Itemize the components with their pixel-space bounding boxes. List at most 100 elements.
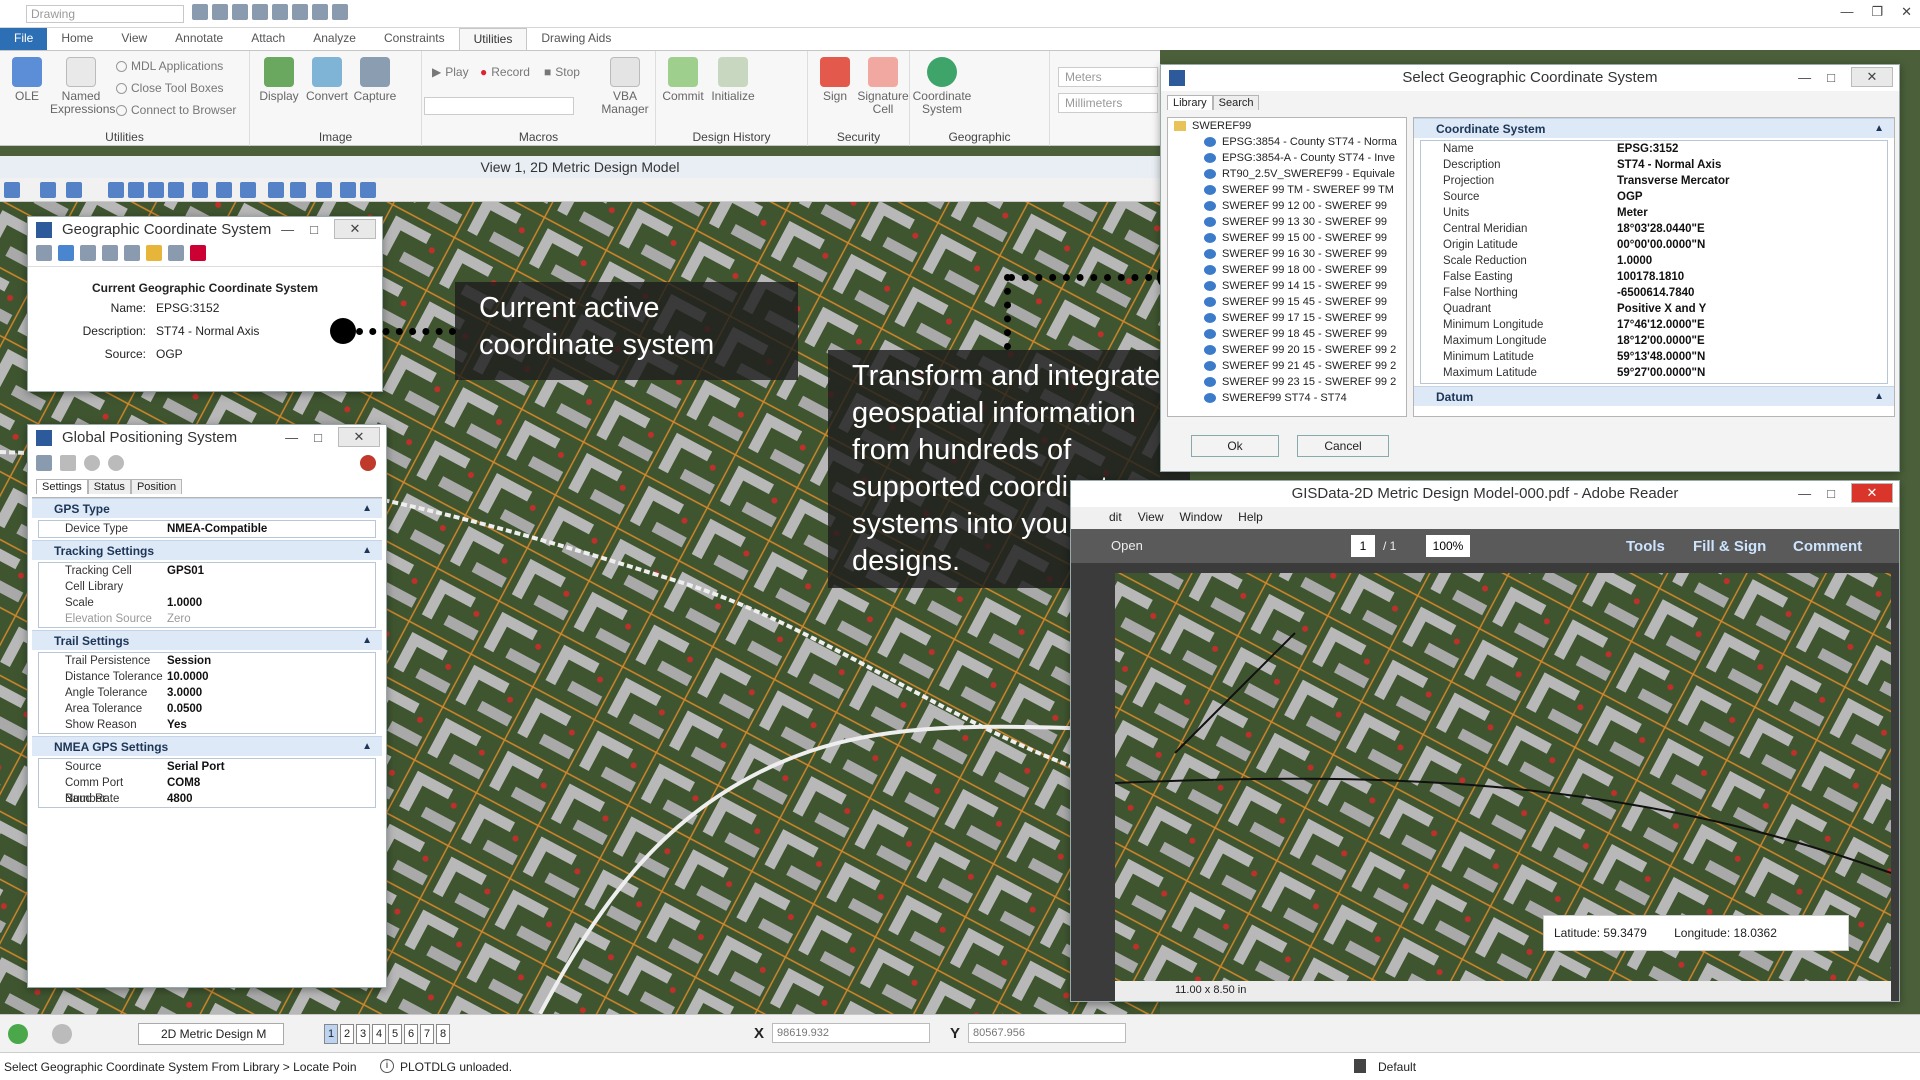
- model-select[interactable]: 2D Metric Design M: [138, 1023, 284, 1045]
- gps-section[interactable]: NMEA GPS Settings ▲: [32, 736, 382, 756]
- undo-icon[interactable]: [272, 4, 288, 20]
- coordinate-system-button[interactable]: Coordinate System: [912, 57, 972, 116]
- update-view-icon[interactable]: [108, 182, 124, 198]
- close-icon[interactable]: ✕: [338, 427, 380, 447]
- close-tool-boxes-button[interactable]: Close Tool Boxes: [116, 81, 224, 95]
- close-icon[interactable]: ✕: [1851, 483, 1893, 503]
- view-2-button[interactable]: 2: [340, 1024, 354, 1044]
- gps-property-row[interactable]: Distance Tolerance 10.0000: [39, 669, 375, 685]
- gcs-property-row[interactable]: False Northing -6500614.7840: [1421, 285, 1887, 301]
- select-icon[interactable]: [332, 4, 348, 20]
- tab-constraints[interactable]: Constraints: [370, 28, 459, 50]
- open-icon[interactable]: [212, 4, 228, 20]
- units-millimeters-field[interactable]: Millimeters: [1058, 93, 1158, 113]
- tree-item[interactable]: SWEREF 99 12 00 - SWEREF 99: [1168, 198, 1406, 214]
- gcs-property-row[interactable]: Minimum Longitude 17°46'12.0000"E: [1421, 317, 1887, 333]
- window-area-icon[interactable]: [168, 182, 184, 198]
- tree-root[interactable]: SWEREF99: [1168, 118, 1406, 134]
- tree-item[interactable]: RT90_2.5V_SWEREF99 - Equivale: [1168, 166, 1406, 182]
- zoom-out-icon[interactable]: [148, 182, 164, 198]
- menu-edit[interactable]: dit: [1109, 510, 1122, 526]
- gcs-property-row[interactable]: Maximum Latitude 59°27'00.0000"N: [1421, 365, 1887, 381]
- connect-browser-button[interactable]: Connect to Browser: [116, 103, 236, 117]
- menu-view[interactable]: View: [1138, 510, 1164, 526]
- gps-section[interactable]: GPS Type ▲: [32, 498, 382, 518]
- view-3-button[interactable]: 3: [356, 1024, 370, 1044]
- gcs-property-row[interactable]: Origin Latitude 00°00'00.0000"N: [1421, 237, 1887, 253]
- gps-track-icon[interactable]: [60, 455, 76, 471]
- back-icon[interactable]: [8, 1024, 28, 1044]
- gcs-property-row[interactable]: Name EPSG:3152: [1421, 141, 1887, 157]
- gcs-library-tree[interactable]: SWEREF99 EPSG:3854 - County ST74 - Norma…: [1167, 117, 1407, 417]
- tree-item[interactable]: SWEREF 99 18 00 - SWEREF 99: [1168, 262, 1406, 278]
- zoom-input[interactable]: 100%: [1426, 535, 1470, 557]
- gcs-property-row[interactable]: Scale Reduction 1.0000: [1421, 253, 1887, 269]
- pan-view-icon[interactable]: [240, 182, 256, 198]
- favorites-icon[interactable]: [146, 245, 162, 261]
- view-previous-icon[interactable]: [268, 182, 284, 198]
- maximize-icon[interactable]: ❐: [1871, 4, 1883, 20]
- redo-icon[interactable]: [292, 4, 308, 20]
- export-icon[interactable]: [102, 245, 118, 261]
- select-from-reference-icon[interactable]: [80, 245, 96, 261]
- gps-property-row[interactable]: Angle Tolerance 3.0000: [39, 685, 375, 701]
- view-4-button[interactable]: 4: [372, 1024, 386, 1044]
- gps-property-row[interactable]: Device Type NMEA-Compatible: [39, 521, 375, 537]
- comment-button[interactable]: Comment: [1793, 538, 1862, 555]
- vba-manager-button[interactable]: VBA Manager: [598, 57, 652, 116]
- ok-button[interactable]: Ok: [1191, 435, 1279, 457]
- tab-attach[interactable]: Attach: [237, 28, 299, 50]
- tree-item[interactable]: SWEREF 99 18 45 - SWEREF 99: [1168, 326, 1406, 342]
- gps-connect-icon[interactable]: [36, 455, 52, 471]
- named-expressions-button[interactable]: Named Expressions: [50, 57, 115, 116]
- tab-file[interactable]: File: [0, 28, 48, 50]
- gps-property-row[interactable]: Comm Port Number COM8: [39, 775, 375, 805]
- tree-item[interactable]: SWEREF 99 TM - SWEREF 99 TM: [1168, 182, 1406, 198]
- gps-disconnect-icon[interactable]: [360, 455, 376, 471]
- tab-position[interactable]: Position: [130, 479, 183, 494]
- delete-gcs-icon[interactable]: [190, 245, 206, 261]
- tree-item[interactable]: SWEREF 99 15 45 - SWEREF 99: [1168, 294, 1406, 310]
- gcs-property-row[interactable]: False Easting 100178.1810: [1421, 269, 1887, 285]
- tree-item[interactable]: SWEREF 99 16 30 - SWEREF 99: [1168, 246, 1406, 262]
- rotate-view-icon[interactable]: [216, 182, 232, 198]
- gcs-property-row[interactable]: Description ST74 - Normal Axis: [1421, 157, 1887, 173]
- tree-item[interactable]: SWEREF 99 20 15 - SWEREF 99 2: [1168, 342, 1406, 358]
- gps-property-row[interactable]: Elevation Source Zero: [39, 611, 375, 627]
- import-icon[interactable]: [124, 245, 140, 261]
- close-icon[interactable]: ✕: [1901, 4, 1912, 20]
- gps-property-row[interactable]: Trail Persistence Session: [39, 653, 375, 669]
- ole-button[interactable]: OLE: [0, 57, 54, 103]
- maximize-icon[interactable]: □: [1827, 65, 1835, 91]
- level-display-icon[interactable]: [66, 182, 82, 198]
- report-icon[interactable]: [168, 245, 184, 261]
- convert-button[interactable]: Convert: [300, 57, 354, 103]
- save-settings-icon[interactable]: [252, 4, 268, 20]
- fill-sign-button[interactable]: Fill & Sign: [1693, 538, 1766, 555]
- print-icon[interactable]: [312, 4, 328, 20]
- tree-item[interactable]: EPSG:3854-A - County ST74 - Inve: [1168, 150, 1406, 166]
- tab-analyze[interactable]: Analyze: [299, 28, 370, 50]
- gcs-property-row[interactable]: Units Meter: [1421, 205, 1887, 221]
- tab-status[interactable]: Status: [87, 479, 131, 494]
- close-icon[interactable]: ✕: [334, 219, 376, 239]
- tree-item[interactable]: SWEREF 99 13 30 - SWEREF 99: [1168, 214, 1406, 230]
- menu-help[interactable]: Help: [1238, 510, 1263, 526]
- tree-item[interactable]: SWEREF 99 21 45 - SWEREF 99 2: [1168, 358, 1406, 374]
- gcs-property-row[interactable]: Source OGP: [1421, 189, 1887, 205]
- view-6-button[interactable]: 6: [404, 1024, 418, 1044]
- tab-home[interactable]: Home: [47, 28, 107, 50]
- mdl-applications-button[interactable]: MDL Applications: [116, 59, 223, 73]
- info-icon[interactable]: [36, 245, 52, 261]
- save-icon[interactable]: [232, 4, 248, 20]
- stop-button[interactable]: ■ Stop: [544, 65, 580, 79]
- display-button[interactable]: Display: [252, 57, 306, 103]
- view-8-button[interactable]: 8: [436, 1024, 450, 1044]
- gps-property-row[interactable]: Cell Library: [39, 579, 375, 595]
- tree-item[interactable]: SWEREF 99 17 15 - SWEREF 99: [1168, 310, 1406, 326]
- tree-item[interactable]: SWEREF 99 14 15 - SWEREF 99: [1168, 278, 1406, 294]
- tools-button[interactable]: Tools: [1626, 538, 1665, 555]
- tab-settings[interactable]: Settings: [36, 479, 88, 494]
- new-icon[interactable]: [192, 4, 208, 20]
- gps-property-row[interactable]: Baud Rate 4800: [39, 791, 375, 807]
